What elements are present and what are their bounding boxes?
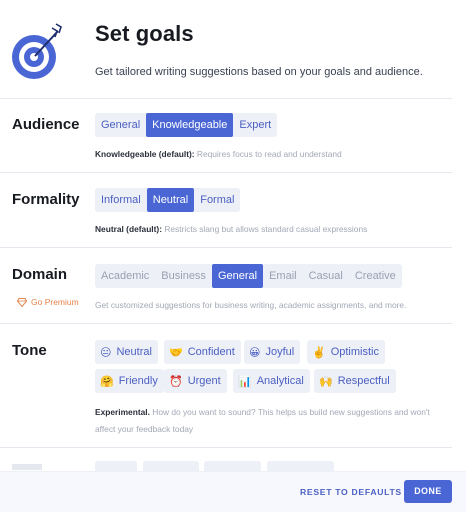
neutral-face-icon: 😐 [100, 345, 112, 359]
tone-chip-label: Respectful [337, 375, 390, 387]
formality-option-formal[interactable]: Formal [194, 188, 240, 212]
tone-chip-joyful[interactable]: 😀 Joyful [244, 340, 301, 364]
domain-label: Domain [12, 266, 68, 283]
reset-to-defaults-button[interactable]: RESET TO DEFAULTS [300, 487, 402, 497]
bar-chart-icon: 📊 [238, 374, 252, 388]
tone-chip-label: Urgent [187, 375, 221, 387]
domain-option-general[interactable]: General [211, 264, 264, 288]
tone-description: Experimental. How do you want to sound? … [95, 404, 445, 438]
tone-chip-label: Neutral [116, 346, 152, 358]
raising-hands-icon: 🙌 [319, 374, 333, 388]
tone-chip-confident[interactable]: 🤝 Confident [164, 340, 241, 364]
tone-chip-label: Optimistic [330, 346, 379, 358]
handshake-icon: 🤝 [169, 345, 183, 359]
audience-option-general[interactable]: General [95, 113, 146, 137]
audience-label: Audience [12, 116, 80, 133]
divider [0, 98, 452, 99]
tone-chip-neutral[interactable]: 😐 Neutral [95, 340, 158, 364]
formality-option-neutral[interactable]: Neutral [146, 188, 195, 212]
domain-option-casual[interactable]: Casual [303, 264, 349, 288]
domain-option-email[interactable]: Email [263, 264, 303, 288]
tone-label: Tone [12, 342, 47, 359]
grinning-face-icon: 😀 [249, 345, 261, 359]
tone-chip-label: Confident [187, 346, 235, 358]
go-premium-label: Go Premium [31, 297, 79, 307]
page-subtitle: Get tailored writing suggestions based o… [95, 66, 423, 78]
audience-option-expert[interactable]: Expert [233, 113, 277, 137]
tone-chip-optimistic[interactable]: ✌️ Optimistic [307, 340, 385, 364]
divider [0, 172, 452, 173]
done-button[interactable]: DONE [404, 480, 452, 503]
formality-description: Neutral (default): Restricts slang but a… [95, 224, 367, 234]
tone-chip-label: Joyful [265, 346, 295, 358]
domain-option-academic[interactable]: Academic [95, 264, 155, 288]
header: Set goals Get tailored writing suggestio… [0, 0, 466, 98]
tone-chip-label: Friendly [118, 375, 158, 387]
divider [0, 447, 452, 448]
divider [0, 323, 452, 324]
tone-chip-friendly[interactable]: 🤗 Friendly [95, 369, 164, 393]
audience-description: Knowledgeable (default): Requires focus … [95, 149, 342, 159]
formality-selector: Informal Neutral Formal [95, 188, 241, 212]
formality-option-informal[interactable]: Informal [95, 188, 147, 212]
tone-desc-strong: Experimental. [95, 407, 150, 417]
domain-description: Get customized suggestions for business … [95, 300, 407, 310]
domain-option-creative[interactable]: Creative [349, 264, 402, 288]
audience-desc-strong: Knowledgeable (default): [95, 149, 195, 159]
tone-chip-urgent[interactable]: ⏰ Urgent [164, 369, 227, 393]
formality-label: Formality [12, 191, 80, 208]
tone-chip-respectful[interactable]: 🙌 Respectful [314, 369, 396, 393]
victory-hand-icon: ✌️ [312, 345, 326, 359]
formality-desc-strong: Neutral (default): [95, 224, 162, 234]
hugging-face-icon: 🤗 [100, 374, 114, 388]
go-premium-link[interactable]: Go Premium [17, 297, 79, 307]
page-title: Set goals [95, 21, 194, 46]
diamond-icon [17, 297, 27, 307]
audience-option-knowledgeable[interactable]: Knowledgeable [146, 113, 234, 137]
next-section-label [12, 464, 42, 470]
audience-selector: General Knowledgeable Expert [95, 113, 278, 137]
formality-desc-text: Restricts slang but allows standard casu… [162, 224, 368, 234]
alarm-clock-icon: ⏰ [169, 374, 183, 388]
divider [0, 247, 452, 248]
audience-desc-text: Requires focus to read and understand [194, 149, 342, 159]
domain-selector: Academic Business General Email Casual C… [95, 264, 402, 288]
target-icon [12, 23, 62, 79]
tone-chip-analytical[interactable]: 📊 Analytical [233, 369, 310, 393]
domain-option-business[interactable]: Business [155, 264, 212, 288]
tone-chip-label: Analytical [256, 375, 304, 387]
